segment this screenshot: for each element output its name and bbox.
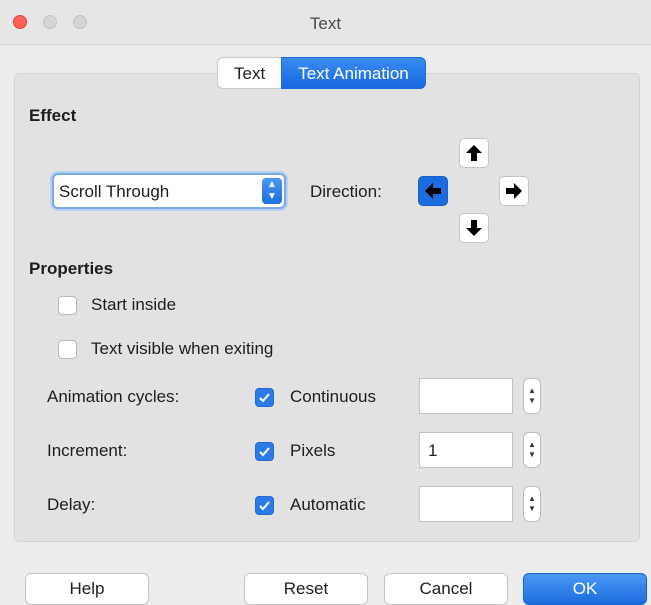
start-inside-checkbox[interactable] bbox=[58, 296, 77, 315]
increment-label: Increment: bbox=[47, 441, 128, 460]
window-title: Text bbox=[309, 14, 342, 33]
tab-text-animation[interactable]: Text Animation bbox=[281, 57, 426, 89]
ok-button[interactable]: OK bbox=[523, 573, 647, 605]
properties-heading: Properties bbox=[29, 259, 114, 278]
arrow-left-icon bbox=[425, 183, 441, 199]
chevron-updown-icon: ▲ ▼ bbox=[262, 178, 282, 204]
animation-cycles-stepper[interactable]: ▲ ▼ bbox=[523, 378, 541, 414]
tab-bar: Text Text Animation bbox=[217, 57, 426, 89]
direction-left-button[interactable] bbox=[418, 176, 448, 206]
title-bar: Text bbox=[0, 0, 651, 45]
animation-cycles-input[interactable] bbox=[419, 378, 513, 414]
text-visible-exiting-checkbox[interactable] bbox=[58, 340, 77, 359]
arrow-down-icon bbox=[466, 220, 482, 236]
increment-input[interactable]: 1 bbox=[419, 432, 513, 468]
start-inside-label: Start inside bbox=[91, 295, 177, 314]
delay-stepper[interactable]: ▲ ▼ bbox=[523, 486, 541, 522]
direction-right-button[interactable] bbox=[499, 176, 529, 206]
help-button[interactable]: Help bbox=[25, 573, 149, 605]
arrow-right-icon bbox=[506, 183, 522, 199]
delay-label: Delay: bbox=[47, 495, 96, 514]
direction-down-button[interactable] bbox=[459, 213, 489, 243]
automatic-checkbox[interactable] bbox=[255, 496, 274, 515]
checkmark-icon bbox=[259, 393, 270, 403]
pixels-checkbox[interactable] bbox=[255, 442, 274, 461]
automatic-label: Automatic bbox=[290, 495, 366, 514]
checkmark-icon bbox=[259, 447, 270, 457]
effect-heading: Effect bbox=[29, 106, 77, 125]
effect-select[interactable]: Scroll Through ▲ ▼ bbox=[52, 173, 286, 209]
continuous-label: Continuous bbox=[290, 387, 377, 406]
direction-up-button[interactable] bbox=[459, 138, 489, 168]
cancel-button[interactable]: Cancel bbox=[384, 573, 508, 605]
direction-label: Direction: bbox=[310, 182, 382, 201]
text-visible-exiting-label: Text visible when exiting bbox=[91, 339, 274, 358]
effect-select-value: Scroll Through bbox=[59, 182, 170, 201]
pixels-label: Pixels bbox=[290, 441, 336, 460]
tab-text[interactable]: Text bbox=[217, 57, 282, 89]
continuous-checkbox[interactable] bbox=[255, 388, 274, 407]
delay-input[interactable] bbox=[419, 486, 513, 522]
checkmark-icon bbox=[259, 501, 270, 511]
increment-stepper[interactable]: ▲ ▼ bbox=[523, 432, 541, 468]
animation-cycles-label: Animation cycles: bbox=[47, 387, 180, 406]
reset-button[interactable]: Reset bbox=[244, 573, 368, 605]
arrow-up-icon bbox=[466, 145, 482, 161]
